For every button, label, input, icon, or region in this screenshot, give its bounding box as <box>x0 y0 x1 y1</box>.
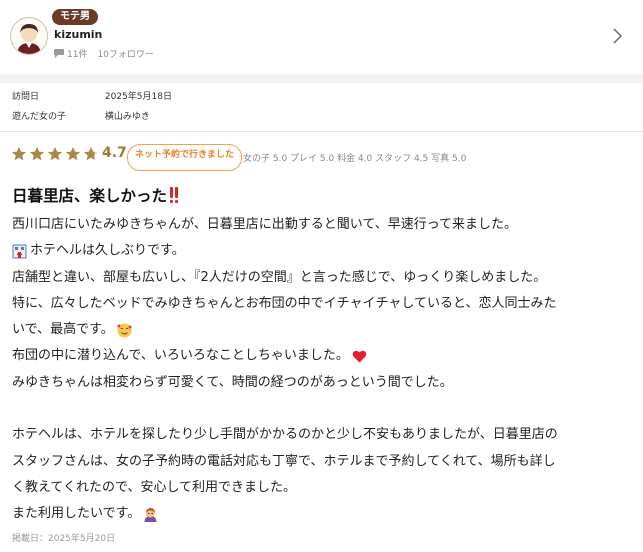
review-text: く教えてくれたので、安心して利用できました。 <box>12 479 297 495</box>
review-text: 特に、広々したベッドでみゆきちゃんとお布団の中でイチャイチャしていると、恋人同士… <box>12 295 557 311</box>
net-reservation-badge: ネット予約で行きました <box>127 144 242 171</box>
avatar[interactable] <box>10 17 48 55</box>
review-text: また利用したいです。 <box>12 506 141 522</box>
post-count: 11件 <box>67 50 88 60</box>
star-icon <box>65 147 81 161</box>
review-text: みゆきちゃんは相変わらず可愛くて、時間の経つのがあっという間でした。 <box>12 374 453 390</box>
star-rating <box>11 146 101 162</box>
review-title-text: 日暮里店、楽しかった <box>12 187 168 205</box>
girl-name[interactable]: 横山みゆき <box>105 112 150 122</box>
review-line: 特に、広々したベッドでみゆきちゃんとお布団の中でイチャイチャしていると、恋人同士… <box>12 291 634 317</box>
review-line: スタッフさんは、女の子予約時の電話対応も丁寧で、ホテルまで予約してくれて、場所も… <box>12 449 634 475</box>
reviewer-stats: 11件 10フォロワー <box>54 47 154 60</box>
follower-count: 10フォロワー <box>97 50 154 60</box>
review-text: スタッフさんは、女の子予約時の電話対応も丁寧で、ホテルまで予約してくれて、場所も… <box>12 453 556 469</box>
sub-scores: 女の子 5.0 プレイ 5.0 料金 4.0 スタッフ 4.5 写真 5.0 <box>243 154 467 164</box>
star-partial-icon <box>83 147 99 161</box>
review-line: ホテヘルは、ホテルを探したり少し手間がかかるのかと少し不安もありましたが、日暮里… <box>12 422 634 448</box>
rank-badge: モテ男 <box>52 9 98 25</box>
review-text: 布団の中に潜り込んで、いろいろなことしちゃいました。 <box>12 348 349 364</box>
chat-icon <box>54 49 64 58</box>
review-line: ホテヘルは久しぶりです。 <box>12 238 634 264</box>
star-icon <box>47 147 63 161</box>
review-page: モテ男 kizumin 11件 10フォロワー 訪問日 2025年5月18日 遊… <box>0 0 643 552</box>
hotel-icon <box>12 244 27 259</box>
review-text: 西川口店にいたみゆきちゃんが、日暮里店に出勤すると聞いて、早速行って来ました。 <box>12 217 518 232</box>
review-text: 店舗型と違い、部屋も広いし、『2人だけの空間』と言った感じで、ゆっくり楽しめまし… <box>12 269 547 285</box>
review-line: く教えてくれたので、安心して利用できました。 <box>12 475 634 501</box>
review-line: みゆきちゃんは相変わらず可愛くて、時間の経つのがあっという間でした。 <box>12 370 634 396</box>
review-text: ホテヘルは久しぶりです。 <box>30 243 185 259</box>
section-divider <box>0 74 643 83</box>
divider-line <box>0 131 643 132</box>
review-text: ホテヘルは、ホテルを探したり少し手間がかかるのかと少し不安もありましたが、日暮里… <box>12 427 558 443</box>
review-line: 店舗型と違い、部屋も広いし、『2人だけの空間』と言った感じで、ゆっくり楽しめまし… <box>12 265 634 291</box>
rating-score: 4.7 <box>102 145 127 161</box>
posted-date: 掲載日：2025年5月20日 <box>12 534 116 544</box>
double-exclamation-icon <box>170 187 179 203</box>
smiling-hearts-emoji-icon <box>117 323 132 338</box>
red-heart-icon <box>352 350 367 363</box>
review-body: 西川口店にいたみゆきちゃんが、日暮里店に出勤すると聞いて、早速行って来ました。 … <box>12 212 634 528</box>
reviewer-profile[interactable]: モテ男 kizumin 11件 10フォロワー <box>0 0 643 74</box>
review-title: 日暮里店、楽しかった <box>12 184 179 206</box>
star-icon <box>29 147 45 161</box>
chevron-right-icon[interactable] <box>611 26 625 46</box>
review-text: いで、最高です。 <box>12 322 114 338</box>
visit-date-value: 2025年5月18日 <box>104 92 172 102</box>
visit-date-row: 訪問日 2025年5月18日 <box>12 89 172 102</box>
username[interactable]: kizumin <box>54 28 102 41</box>
review-line: 布団の中に潜り込んで、いろいろなことしちゃいました。 <box>12 343 634 369</box>
visit-date-label: 訪問日 <box>12 92 40 102</box>
review-line: いで、最高です。 <box>12 317 634 343</box>
star-icon <box>11 147 27 161</box>
review-line: 西川口店にいたみゆきちゃんが、日暮里店に出勤すると聞いて、早速行って来ました。 <box>12 212 634 238</box>
girl-row: 遊んだ女の子 横山みゆき <box>12 109 150 122</box>
girl-label: 遊んだ女の子 <box>12 112 67 122</box>
review-line: また利用したいです。 <box>12 501 634 527</box>
person-bowing-emoji-icon <box>144 507 157 522</box>
